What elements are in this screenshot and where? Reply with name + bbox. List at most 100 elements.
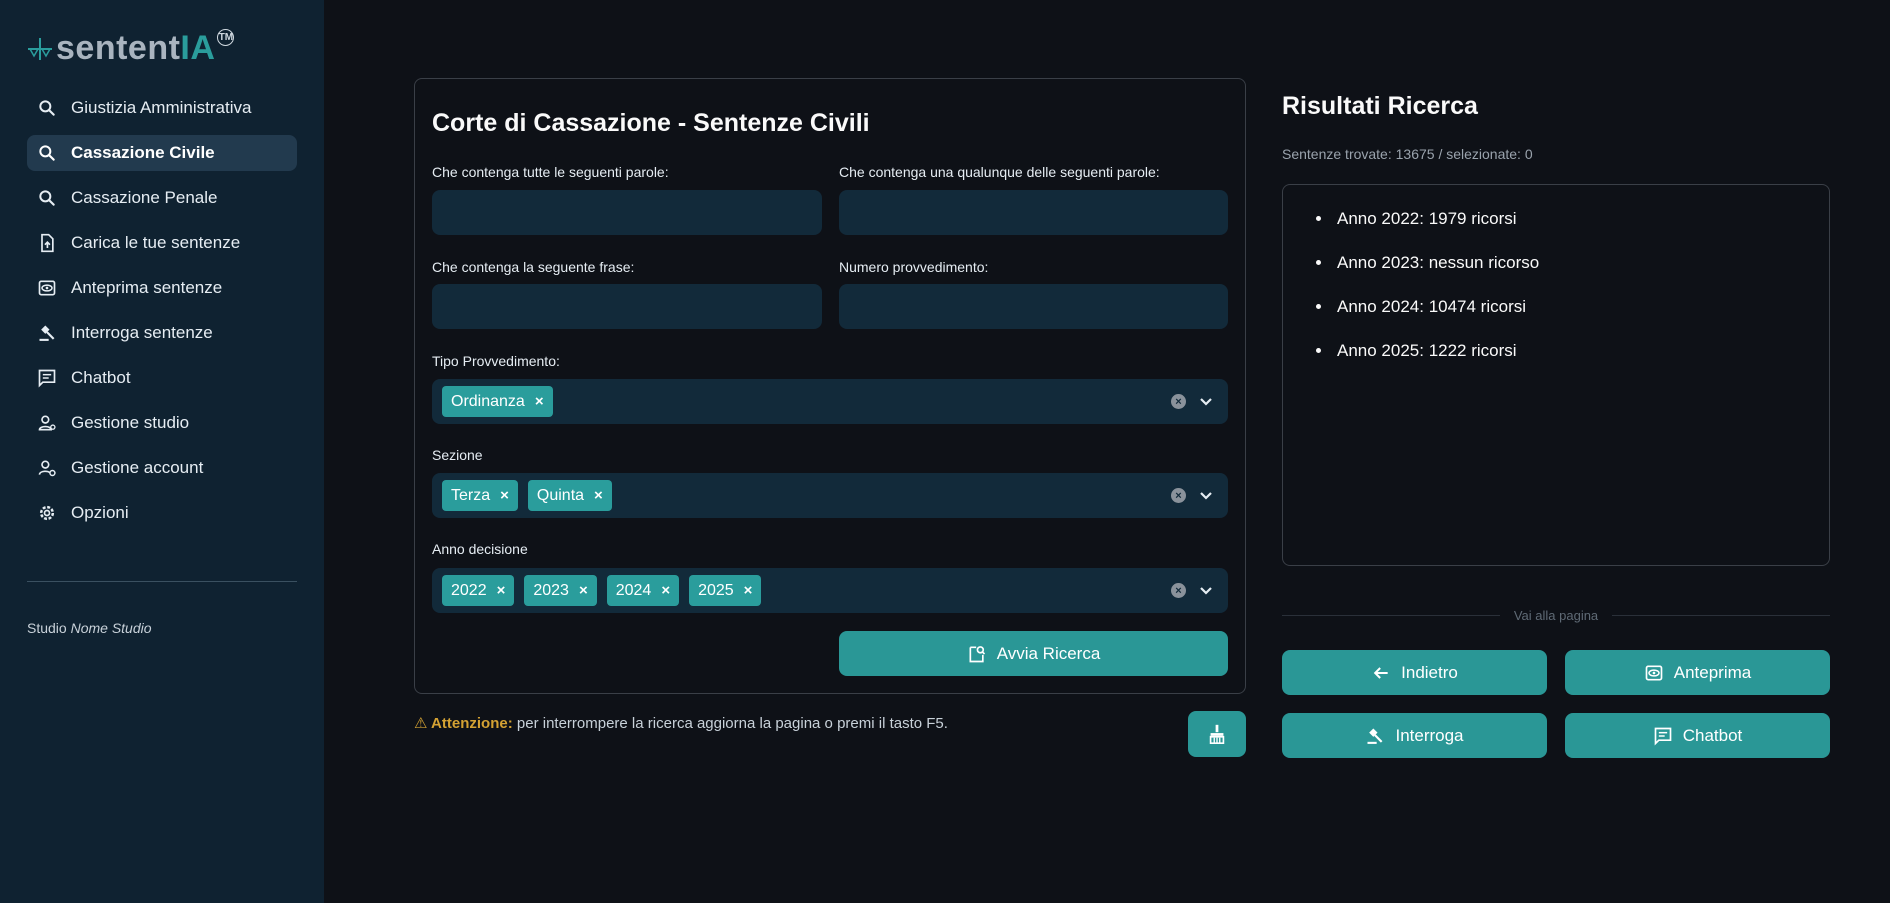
arrow-left-icon xyxy=(1373,666,1388,679)
chevron-down-icon[interactable] xyxy=(1198,393,1214,409)
trademark-badge: TM xyxy=(217,29,235,46)
sidebar-item-label: Giustizia Amministrativa xyxy=(71,98,252,117)
chip-ordinanza: Ordinanza × xyxy=(442,386,553,417)
app-logo[interactable]: sententIA TM xyxy=(26,26,235,67)
start-search-label: Avvia Ricerca xyxy=(996,643,1101,663)
query-button-label: Interroga xyxy=(1395,725,1464,745)
chip-terza: Terza × xyxy=(442,480,518,511)
clear-icon[interactable]: × xyxy=(1171,488,1186,503)
gavel-icon xyxy=(37,323,57,343)
chip-remove-icon[interactable]: × xyxy=(661,582,670,599)
clear-form-button[interactable] xyxy=(1188,711,1246,757)
broom-icon xyxy=(1209,724,1225,744)
query-button[interactable]: Interroga xyxy=(1282,713,1547,758)
back-button[interactable]: Indietro xyxy=(1282,650,1547,695)
number-input[interactable] xyxy=(839,284,1228,329)
chip-remove-icon[interactable]: × xyxy=(579,582,588,599)
sezione-label: Sezione xyxy=(432,447,483,463)
all-words-label: Che contenga tutte le seguenti parole: xyxy=(432,164,669,180)
chevron-down-icon[interactable] xyxy=(1198,487,1214,503)
gear-icon xyxy=(37,503,57,523)
page-title: Corte di Cassazione - Sentenze Civili xyxy=(432,109,870,137)
divider-line xyxy=(1612,614,1831,616)
sidebar-item-label: Carica le tue sentenze xyxy=(71,233,241,252)
chip-remove-icon[interactable]: × xyxy=(497,582,506,599)
list-item: Anno 2022: 1979 ricorsi xyxy=(1333,209,1829,229)
logo-text: sententIA xyxy=(56,29,216,67)
warning-label: ⚠ Attenzione: xyxy=(414,715,513,732)
preview-icon xyxy=(1645,665,1663,680)
sidebar-item-interroga-sentenze[interactable]: Interroga sentenze xyxy=(27,315,297,351)
phrase-label: Che contenga la seguente frase: xyxy=(432,259,635,275)
chatbot-button[interactable]: Chatbot xyxy=(1565,713,1830,758)
sidebar-item-giustizia-amministrativa[interactable]: Giustizia Amministrativa xyxy=(27,90,297,126)
sidebar-item-label: Gestione account xyxy=(71,458,204,477)
anno-multiselect[interactable]: 2022 × 2023 × 2024 × 2025 × × xyxy=(432,568,1228,613)
sidebar-item-label: Anteprima sentenze xyxy=(71,278,223,297)
manage-account-icon xyxy=(37,458,57,478)
clear-icon[interactable]: × xyxy=(1171,583,1186,598)
chip-2023: 2023 × xyxy=(524,575,597,606)
chatbot-button-label: Chatbot xyxy=(1682,725,1743,745)
sidebar-item-gestione-account[interactable]: Gestione account xyxy=(27,450,297,486)
sidebar-item-cassazione-civile[interactable]: Cassazione Civile xyxy=(27,135,297,171)
search-form-panel: Corte di Cassazione - Sentenze Civili Ch… xyxy=(414,78,1246,694)
sezione-multiselect[interactable]: Terza × Quinta × × xyxy=(432,473,1228,518)
any-words-input[interactable] xyxy=(839,190,1228,235)
warning-message: ⚠ Attenzione: per interrompere la ricerc… xyxy=(414,714,948,732)
list-item: Anno 2023: nessun ricorso xyxy=(1333,253,1829,273)
chat-icon xyxy=(1654,727,1672,746)
chip-remove-icon[interactable]: × xyxy=(535,393,544,410)
sidebar-item-label: Cassazione Penale xyxy=(71,188,218,207)
list-item: Anno 2024: 10474 ricorsi xyxy=(1333,297,1829,317)
sidebar-item-carica-sentenze[interactable]: Carica le tue sentenze xyxy=(27,225,297,261)
clear-icon[interactable]: × xyxy=(1171,394,1186,409)
sidebar-item-anteprima-sentenze[interactable]: Anteprima sentenze xyxy=(27,270,297,306)
chip-2022: 2022 × xyxy=(442,575,515,606)
chip-2025: 2025 × xyxy=(689,575,762,606)
gavel-icon xyxy=(1367,728,1383,744)
phrase-input[interactable] xyxy=(432,284,822,329)
start-search-button[interactable]: Avvia Ricerca xyxy=(839,631,1228,676)
any-words-label: Che contenga una qualunque delle seguent… xyxy=(839,164,1160,180)
results-list-box: Anno 2022: 1979 ricorsi Anno 2023: nessu… xyxy=(1282,184,1830,566)
sidebar-item-opzioni[interactable]: Opzioni xyxy=(27,495,297,531)
chip-remove-icon[interactable]: × xyxy=(500,487,509,504)
warning-text: per interrompere la ricerca aggiorna la … xyxy=(512,715,948,732)
page-navigation-divider: Vai alla pagina xyxy=(1282,605,1831,625)
search-icon xyxy=(37,98,57,118)
number-label: Numero provvedimento: xyxy=(839,259,989,275)
results-list: Anno 2022: 1979 ricorsi Anno 2023: nessu… xyxy=(1333,209,1829,361)
tipo-label: Tipo Provvedimento: xyxy=(432,353,560,369)
divider-line xyxy=(1282,614,1500,616)
sidebar-divider xyxy=(27,581,297,582)
tipo-multiselect[interactable]: Ordinanza × × xyxy=(432,379,1228,424)
all-words-input[interactable] xyxy=(432,190,822,235)
scales-logo-icon xyxy=(28,38,52,60)
sidebar-item-chatbot[interactable]: Chatbot xyxy=(27,360,297,396)
sidebar-item-label: Opzioni xyxy=(71,503,129,522)
preview-button-label: Anteprima xyxy=(1673,662,1752,682)
upload-file-icon xyxy=(37,233,57,253)
sidebar: sententIA TM Giustizia Amministrativa Ca… xyxy=(0,0,324,903)
search-icon xyxy=(37,188,57,208)
sidebar-item-gestione-studio[interactable]: Gestione studio xyxy=(27,405,297,441)
chip-quinta: Quinta × xyxy=(527,480,612,511)
results-title: Risultati Ricerca xyxy=(1282,92,1478,120)
preview-button[interactable]: Anteprima xyxy=(1565,650,1830,695)
sidebar-item-label: Gestione studio xyxy=(71,413,190,432)
sidebar-item-label: Cassazione Civile xyxy=(71,143,215,162)
search-document-icon xyxy=(969,645,985,662)
sidebar-item-cassazione-penale[interactable]: Cassazione Penale xyxy=(27,180,297,216)
chat-icon xyxy=(37,368,57,388)
search-icon xyxy=(37,143,57,163)
preview-icon xyxy=(37,278,57,298)
manage-users-icon xyxy=(37,413,57,433)
chip-2024: 2024 × xyxy=(606,575,680,606)
chip-remove-icon[interactable]: × xyxy=(744,582,753,599)
sidebar-item-label: Chatbot xyxy=(71,368,131,387)
results-count: Sentenze trovate: 13675 / selezionate: 0 xyxy=(1282,146,1533,162)
chip-remove-icon[interactable]: × xyxy=(594,487,603,504)
page-navigation-label: Vai alla pagina xyxy=(1513,607,1599,623)
chevron-down-icon[interactable] xyxy=(1198,582,1214,598)
